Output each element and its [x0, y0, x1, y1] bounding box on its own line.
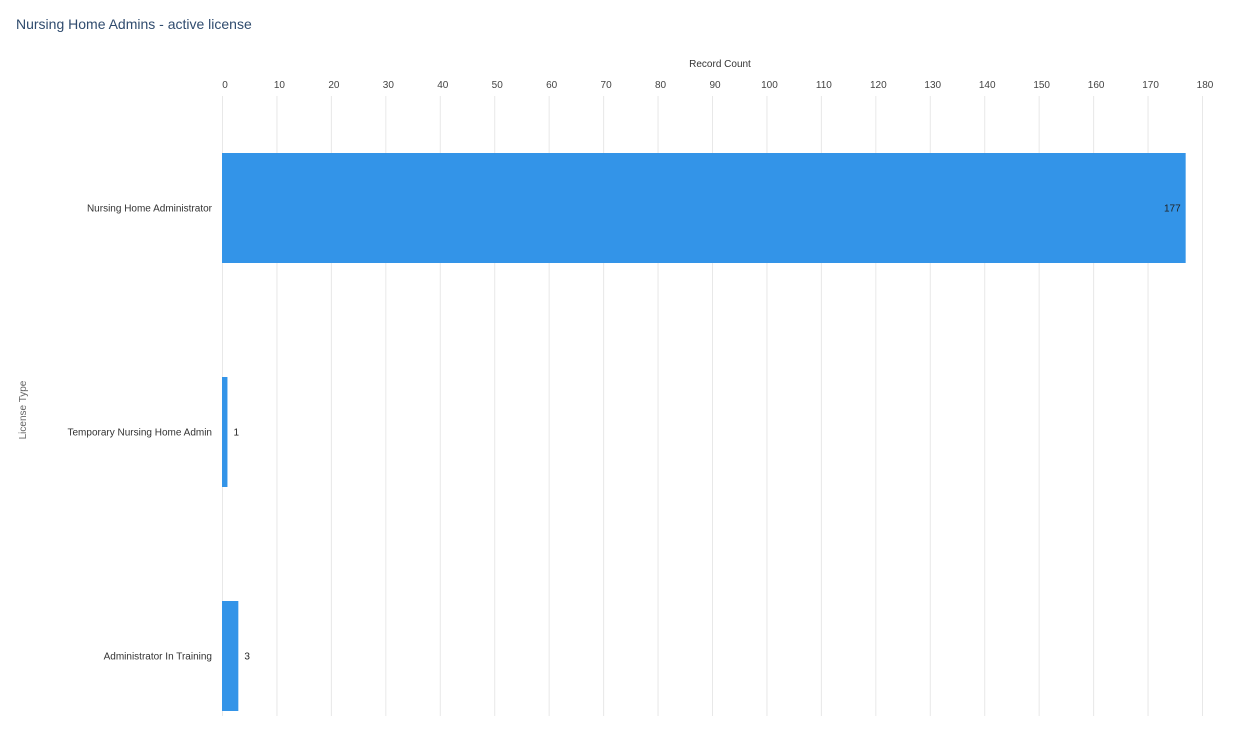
x-tick-label: 140 — [979, 80, 996, 91]
x-tick-label: 80 — [655, 80, 667, 91]
x-tick-label: 90 — [709, 80, 721, 91]
data-label: 177 — [1164, 204, 1181, 215]
x-tick-label: 160 — [1088, 80, 1105, 91]
bar-chart: 0 10 20 30 40 50 60 70 80 90 100 110 120 130 140 150 160… — [18, 59, 1214, 716]
x-tick-label: 100 — [761, 80, 778, 91]
x-tick-label: 50 — [492, 80, 504, 91]
x-axis-title: Record Count — [689, 59, 751, 70]
category-label: Nursing Home Administrator — [87, 204, 213, 215]
bar[interactable] — [222, 601, 239, 711]
x-axis-ticks: 0 10 20 30 40 50 60 70 80 90 100 110 120 130 140 150 160… — [222, 80, 1214, 91]
category-labels: Nursing Home Administrator Temporary Nurs… — [68, 204, 213, 663]
x-tick-label: 180 — [1197, 80, 1214, 91]
x-tick-label: 110 — [816, 80, 832, 91]
x-tick-label: 60 — [546, 80, 558, 91]
bars — [222, 153, 1186, 711]
x-tick-label: 130 — [924, 80, 941, 91]
bar[interactable] — [222, 153, 1186, 263]
category-label: Temporary Nursing Home Admin — [68, 428, 213, 439]
x-tick-label: 120 — [870, 80, 887, 91]
x-tick-label: 40 — [437, 80, 449, 91]
x-tick-label: 170 — [1142, 80, 1159, 91]
y-axis-title: License Type — [18, 380, 29, 439]
x-tick-label: 20 — [328, 80, 340, 91]
category-label: Administrator In Training — [104, 652, 212, 663]
x-tick-label: 0 — [222, 80, 228, 91]
data-label: 3 — [244, 652, 250, 663]
data-label: 1 — [233, 428, 239, 439]
x-tick-label: 70 — [601, 80, 613, 91]
x-tick-label: 30 — [383, 80, 395, 91]
x-tick-label: 150 — [1033, 80, 1050, 91]
x-tick-label: 10 — [274, 80, 286, 91]
bar[interactable] — [222, 377, 228, 487]
